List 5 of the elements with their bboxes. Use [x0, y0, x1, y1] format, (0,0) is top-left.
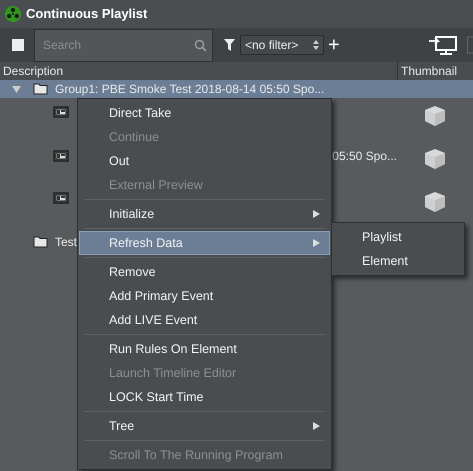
column-header: Description [2, 63, 64, 80]
group-name: Group1: PBE Smoke Test 2018-08-14 05:50 Spo... [55, 81, 324, 98]
window-title: Continuous Playlist [26, 5, 148, 24]
group-name: Test [55, 234, 78, 250]
element-name: 05:50 Spo... [332, 148, 397, 165]
